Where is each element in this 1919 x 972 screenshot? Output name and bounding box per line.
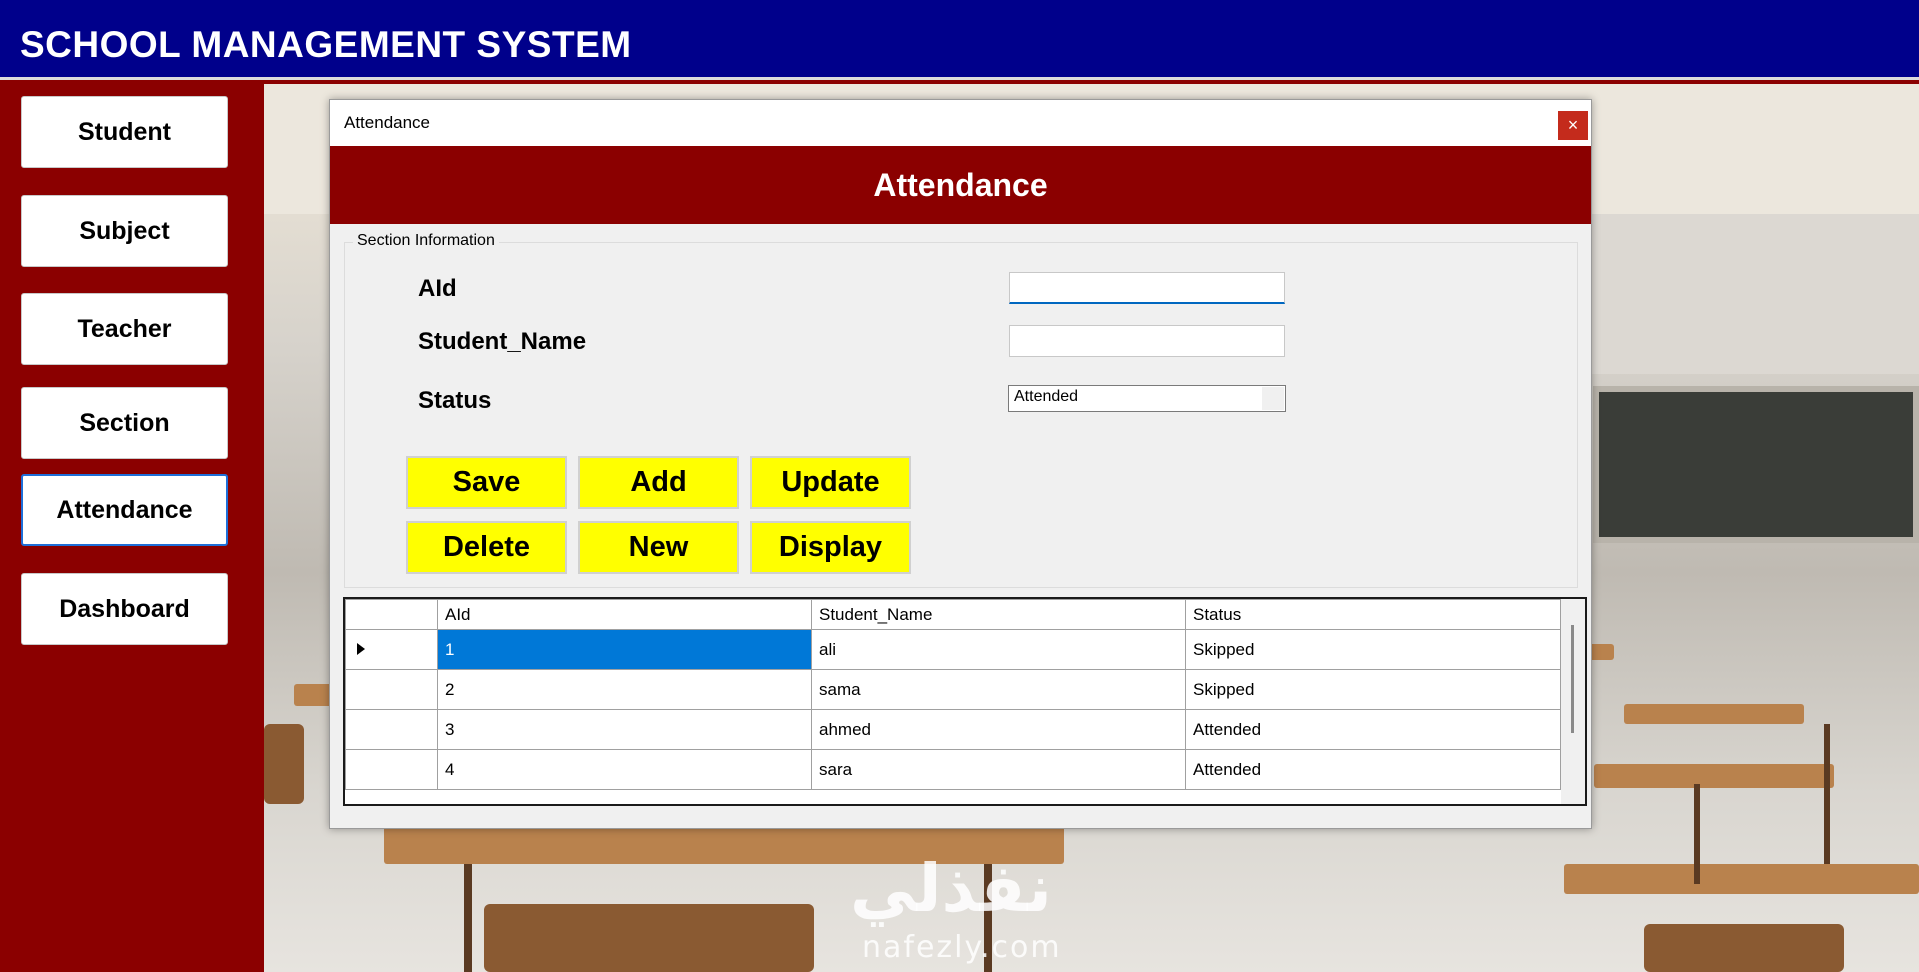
sidebar-item-attendance[interactable]: Attendance (21, 474, 228, 546)
aid-label: AId (418, 275, 457, 302)
display-button[interactable]: Display (750, 521, 911, 574)
sidebar-item-subject[interactable]: Subject (21, 195, 228, 267)
table-cell[interactable]: sama (811, 669, 1186, 710)
section-information-group: Section Information AId Student_Name Sta… (344, 232, 1578, 588)
scrollbar-thumb[interactable] (1571, 625, 1574, 733)
status-label: Status (418, 387, 492, 414)
close-button[interactable]: × (1558, 111, 1588, 140)
grid-header-row: AId Student_Name Status (345, 599, 1561, 630)
column-header-status[interactable]: Status (1185, 599, 1561, 630)
grid-vertical-scrollbar[interactable] (1561, 599, 1585, 804)
sidebar-item-teacher[interactable]: Teacher (21, 293, 228, 365)
row-header-corner (345, 599, 438, 630)
table-row[interactable]: 1 ali Skipped (345, 629, 1561, 670)
add-button[interactable]: Add (578, 456, 739, 509)
table-cell[interactable]: Attended (1185, 749, 1561, 790)
dialog-header: Attendance (330, 146, 1591, 224)
status-select-value: Attended (1014, 388, 1079, 405)
dialog-header-title: Attendance (873, 166, 1048, 203)
attendance-grid[interactable]: AId Student_Name Status 1 ali Skipped 2 … (343, 597, 1587, 806)
dialog-window-title: Attendance (344, 113, 431, 132)
row-header[interactable] (345, 629, 438, 670)
table-cell[interactable]: 1 (437, 629, 812, 670)
sidebar-item-dashboard[interactable]: Dashboard (21, 573, 228, 645)
update-button[interactable]: Update (750, 456, 911, 509)
grid-table: AId Student_Name Status 1 ali Skipped 2 … (345, 599, 1561, 790)
dropdown-arrow-icon[interactable] (1262, 387, 1284, 410)
table-cell[interactable]: 4 (437, 749, 812, 790)
table-cell[interactable]: Skipped (1185, 669, 1561, 710)
close-icon: × (1567, 115, 1579, 135)
row-header[interactable] (345, 749, 438, 790)
save-button[interactable]: Save (406, 456, 567, 509)
new-button[interactable]: New (578, 521, 739, 574)
table-row[interactable]: 4 sara Attended (345, 749, 1561, 790)
watermark-logo: نفذلي (850, 850, 1052, 927)
table-cell[interactable]: 3 (437, 709, 812, 750)
table-cell[interactable]: ali (811, 629, 1186, 670)
row-header[interactable] (345, 709, 438, 750)
table-cell[interactable]: Attended (1185, 709, 1561, 750)
table-cell[interactable]: sara (811, 749, 1186, 790)
aid-input[interactable] (1009, 272, 1285, 304)
status-select[interactable]: Attended (1008, 385, 1286, 412)
app-titlebar: SCHOOL MANAGEMENT SYSTEM (0, 0, 1919, 80)
current-row-arrow-icon (357, 642, 365, 655)
sidebar-item-student[interactable]: Student (21, 96, 228, 168)
table-cell[interactable]: Skipped (1185, 629, 1561, 670)
sidebar: Student Subject Teacher Section Attendan… (0, 80, 258, 972)
attendance-dialog: Attendance × Attendance Section Informat… (329, 99, 1592, 829)
delete-button[interactable]: Delete (406, 521, 567, 574)
row-header[interactable] (345, 669, 438, 710)
column-header-aid[interactable]: AId (437, 599, 812, 630)
column-header-student-name[interactable]: Student_Name (811, 599, 1186, 630)
chalkboard (1593, 386, 1919, 543)
watermark-text: nafezly.com (862, 930, 1062, 965)
app-title: SCHOOL MANAGEMENT SYSTEM (20, 24, 632, 65)
table-row[interactable]: 2 sama Skipped (345, 669, 1561, 710)
group-title: Section Information (353, 232, 499, 250)
student-name-label: Student_Name (418, 328, 587, 355)
table-cell[interactable]: 2 (437, 669, 812, 710)
sidebar-item-section[interactable]: Section (21, 387, 228, 459)
dialog-titlebar: Attendance × (330, 100, 1591, 146)
student-name-input[interactable] (1009, 325, 1285, 357)
table-row[interactable]: 3 ahmed Attended (345, 709, 1561, 750)
table-cell[interactable]: ahmed (811, 709, 1186, 750)
